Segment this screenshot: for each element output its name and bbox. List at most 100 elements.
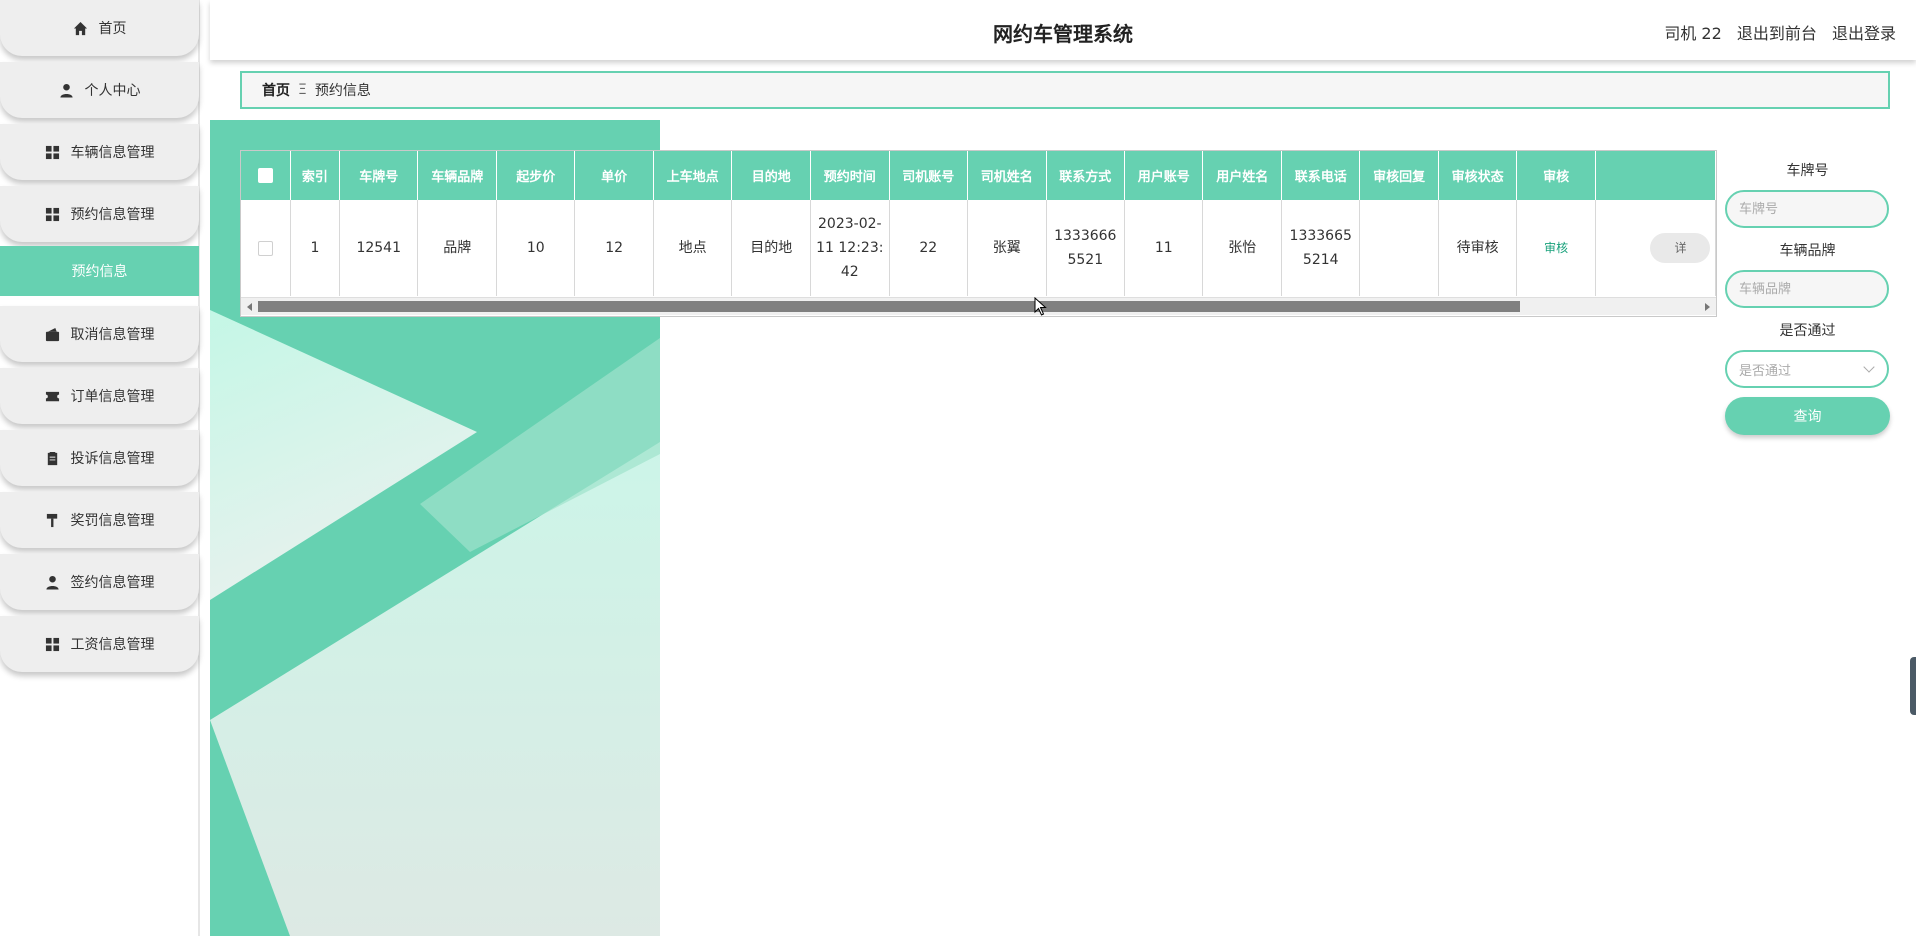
column-header: 审核回复 xyxy=(1359,151,1439,200)
column-header: 审核 xyxy=(1516,151,1596,200)
exit-to-front-link[interactable]: 退出到前台 xyxy=(1737,24,1817,43)
pass-label: 是否通过 xyxy=(1779,323,1836,339)
plate-search-input[interactable] xyxy=(1725,190,1889,228)
column-header: 索引 xyxy=(290,151,341,200)
pass-select[interactable]: 是否通过 xyxy=(1725,350,1889,388)
header-user-area: 司机 22 退出到前台 退出登录 xyxy=(1654,20,1896,44)
cell-brand: 品牌 xyxy=(417,200,498,296)
clipboard-icon xyxy=(45,450,61,466)
scroll-right-arrow-icon[interactable] xyxy=(1705,303,1710,311)
cell-pickup: 地点 xyxy=(653,200,733,296)
row-select-cell[interactable] xyxy=(241,200,291,296)
select-all-checkbox[interactable] xyxy=(257,168,273,183)
plate-label: 车牌号 xyxy=(1786,163,1829,179)
sidebar-item-label: 车辆信息管理 xyxy=(70,145,155,161)
column-header: 联系方式 xyxy=(1046,151,1126,200)
column-header: 用户账号 xyxy=(1124,151,1204,200)
table-row: 1 12541 品牌 10 12 地点 目的地 2023-02-11 12:23… xyxy=(241,200,1716,296)
review-link[interactable]: 审核 xyxy=(1544,241,1568,255)
cell-review-status: 待审核 xyxy=(1438,200,1518,296)
sidebar-item-contract-management[interactable]: 签约信息管理 xyxy=(0,554,199,610)
select-all-cell[interactable] xyxy=(241,151,291,200)
sidebar-item-label: 取消信息管理 xyxy=(70,327,155,343)
side-edge-tab[interactable] xyxy=(1910,657,1916,715)
column-header: 司机姓名 xyxy=(967,151,1047,200)
breadcrumb: 首页 Ξ 预约信息 xyxy=(240,71,1890,109)
sidebar-item-reward-penalty-management[interactable]: 奖罚信息管理 xyxy=(0,492,199,548)
grid-icon xyxy=(45,636,61,652)
brand-search-input[interactable] xyxy=(1725,270,1889,308)
cell-plate: 12541 xyxy=(339,200,419,296)
column-header: 上车地点 xyxy=(653,151,733,200)
column-header: 车辆品牌 xyxy=(417,151,498,200)
breadcrumb-separator: Ξ xyxy=(298,82,307,98)
cell-user-account: 11 xyxy=(1124,200,1204,296)
sidebar-item-booking-management[interactable]: 预约信息管理 xyxy=(0,186,199,242)
logout-link[interactable]: 退出登录 xyxy=(1832,24,1896,43)
detail-button[interactable]: 详 xyxy=(1650,233,1711,263)
sidebar-item-vehicle-management[interactable]: 车辆信息管理 xyxy=(0,124,199,180)
current-user-label: 司机 22 xyxy=(1664,24,1722,43)
sidebar-item-label: 首页 xyxy=(98,21,127,37)
sidebar-item-home[interactable]: 首页 xyxy=(0,0,199,56)
mouse-cursor-icon xyxy=(1034,297,1047,316)
breadcrumb-home[interactable]: 首页 xyxy=(262,80,290,100)
chevron-down-icon xyxy=(1863,361,1875,373)
query-button[interactable]: 查询 xyxy=(1725,397,1890,435)
wallet-icon xyxy=(45,326,61,342)
pass-select-placeholder: 是否通过 xyxy=(1739,363,1792,379)
sidebar-item-salary-management[interactable]: 工资信息管理 xyxy=(0,616,199,672)
sidebar-item-label: 预约信息管理 xyxy=(70,207,155,223)
column-header: 联系电话 xyxy=(1281,151,1361,200)
person-icon xyxy=(59,82,75,98)
column-header: 目的地 xyxy=(731,151,812,200)
column-header: 审核状态 xyxy=(1438,151,1518,200)
booking-table-grid: 索引 车牌号 车辆品牌 起步价 单价 上车地点 目的地 预约时间 司机账号 司机… xyxy=(241,151,1716,296)
sidebar-item-order-management[interactable]: 订单信息管理 xyxy=(0,368,199,424)
booking-table: 索引 车牌号 车辆品牌 起步价 单价 上车地点 目的地 预约时间 司机账号 司机… xyxy=(240,150,1717,317)
column-header: 单价 xyxy=(574,151,654,200)
column-header: 起步价 xyxy=(496,151,576,200)
table-header-row: 索引 车牌号 车辆品牌 起步价 单价 上车地点 目的地 预约时间 司机账号 司机… xyxy=(241,151,1716,200)
sidebar-subitem-booking-info[interactable]: 预约信息 xyxy=(0,246,199,296)
paint-roller-icon xyxy=(45,512,61,528)
column-header: 用户姓名 xyxy=(1202,151,1283,200)
ticket-icon xyxy=(45,388,61,404)
column-header: 预约时间 xyxy=(810,151,890,200)
home-icon xyxy=(73,20,89,36)
cell-driver-name: 张翼 xyxy=(967,200,1047,296)
column-header: 车牌号 xyxy=(339,151,419,200)
breadcrumb-current: 预约信息 xyxy=(314,83,371,99)
sidebar-item-complaint-management[interactable]: 投诉信息管理 xyxy=(0,430,199,486)
sidebar-item-personal-center[interactable]: 个人中心 xyxy=(0,62,199,118)
top-header: 网约车管理系统 司机 22 退出到前台 退出登录 xyxy=(210,0,1916,60)
sidebar-item-cancel-management[interactable]: 取消信息管理 xyxy=(0,306,199,362)
row-checkbox[interactable] xyxy=(257,240,273,256)
cell-review-reply xyxy=(1359,200,1439,296)
sidebar-item-label: 奖罚信息管理 xyxy=(70,513,155,529)
column-header: 司机账号 xyxy=(889,151,969,200)
cell-unit-price: 12 xyxy=(574,200,654,296)
cell-start-price: 10 xyxy=(496,200,576,296)
cell-destination: 目的地 xyxy=(731,200,812,296)
horizontal-scrollbar[interactable] xyxy=(241,297,1716,315)
brand-label: 车辆品牌 xyxy=(1779,243,1836,259)
sidebar-item-label: 订单信息管理 xyxy=(70,389,155,405)
cell-driver-account: 22 xyxy=(889,200,969,296)
sidebar-item-label: 投诉信息管理 xyxy=(70,451,155,467)
scroll-left-arrow-icon[interactable] xyxy=(247,303,252,311)
sidebar-item-label: 个人中心 xyxy=(84,83,141,99)
cell-contact: 13336665521 xyxy=(1046,200,1126,296)
cell-booking-time: 2023-02-11 12:23:42 xyxy=(810,200,890,296)
cell-phone: 13336655214 xyxy=(1281,200,1361,296)
table-viewport: 索引 车牌号 车辆品牌 起步价 单价 上车地点 目的地 预约时间 司机账号 司机… xyxy=(241,151,1716,297)
grid-icon xyxy=(45,206,61,222)
cell-actions: 详 xyxy=(1595,200,1716,296)
cell-index: 1 xyxy=(290,200,341,296)
sidebar-item-label: 签约信息管理 xyxy=(70,575,155,591)
sidebar: 首页 个人中心 车辆信息管理 预约信息管理 预约信息 取消信息管理 订单信息管理… xyxy=(0,0,200,936)
person-icon xyxy=(45,574,61,590)
grid-icon xyxy=(45,144,61,160)
scrollbar-thumb[interactable] xyxy=(258,301,1520,312)
cell-user-name: 张怡 xyxy=(1202,200,1283,296)
